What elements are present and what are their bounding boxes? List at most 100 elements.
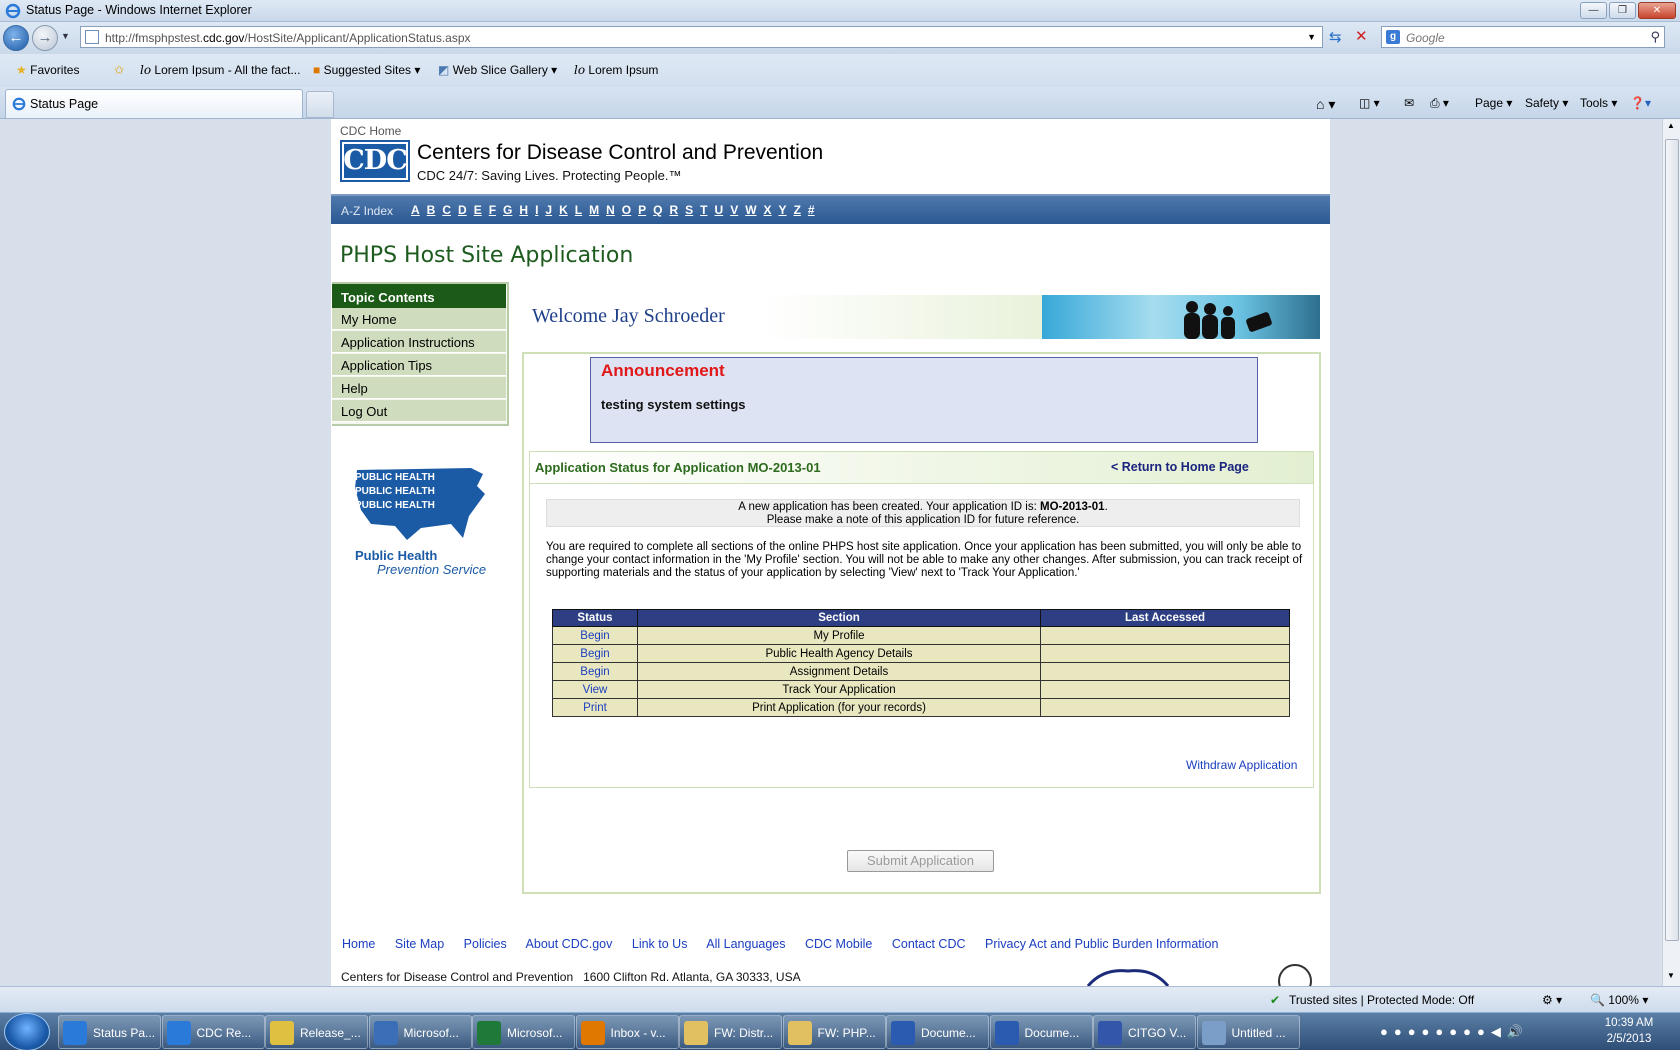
az-letter-s[interactable]: S <box>685 203 693 217</box>
forward-button[interactable]: → <box>32 25 58 51</box>
back-button[interactable]: ← <box>3 25 29 51</box>
taskbar-item[interactable]: Microsof... <box>472 1015 575 1049</box>
az-letter-x[interactable]: X <box>764 203 772 217</box>
security-zone[interactable]: Trusted sites | Protected Mode: Off <box>1289 993 1474 1007</box>
taskbar-item[interactable]: Inbox - v... <box>575 1015 679 1049</box>
taskbar-item[interactable]: Microsof... <box>368 1015 472 1049</box>
footer-link-about[interactable]: About CDC.gov <box>526 937 613 951</box>
print-icon[interactable]: ⎙ ▾ <box>1430 96 1449 111</box>
address-bar[interactable]: http://fmsphpstest.cdc.gov/HostSite/Appl… <box>80 26 1323 48</box>
status-link-begin[interactable]: Begin <box>552 662 638 681</box>
vertical-scrollbar[interactable]: ▲ ▼ <box>1662 119 1680 986</box>
withdraw-application-link[interactable]: Withdraw Application <box>1186 758 1297 772</box>
az-letter-w[interactable]: W <box>745 203 756 217</box>
recent-pages-dropdown-icon[interactable]: ▼ <box>61 31 70 41</box>
az-letter-k[interactable]: K <box>559 203 568 217</box>
return-home-link[interactable]: < Return to Home Page <box>1111 460 1249 474</box>
refresh-icon[interactable]: ⇆ <box>1329 28 1342 46</box>
scroll-up-arrow-icon[interactable]: ▲ <box>1667 121 1675 130</box>
az-letter-a[interactable]: A <box>411 203 420 217</box>
help-icon[interactable]: ❓▾ <box>1630 96 1651 110</box>
favorite-link-2[interactable]: lo Lorem Ipsum <box>574 63 658 77</box>
address-dropdown-icon[interactable]: ▼ <box>1307 32 1316 42</box>
az-letter-j[interactable]: J <box>545 203 552 217</box>
footer-link-languages[interactable]: All Languages <box>706 937 785 951</box>
nav-application-instructions[interactable]: Application Instructions <box>332 331 506 353</box>
nav-application-tips[interactable]: Application Tips <box>332 354 506 376</box>
az-letter-hash[interactable]: # <box>808 203 815 217</box>
status-link-begin[interactable]: Begin <box>552 644 638 663</box>
taskbar-item[interactable]: CITGO V... <box>1093 1015 1196 1049</box>
cdc-logo[interactable]: CDC <box>340 140 410 182</box>
az-letter-l[interactable]: L <box>575 203 582 217</box>
az-letter-u[interactable]: U <box>715 203 724 217</box>
taskbar-item[interactable]: FW: PHP... <box>782 1015 886 1049</box>
taskbar-item[interactable]: Docume... <box>886 1015 989 1049</box>
hhs-seal-icon[interactable] <box>1275 959 1315 986</box>
taskbar-item[interactable]: CDC Re... <box>161 1015 265 1049</box>
start-button[interactable] <box>4 1013 50 1050</box>
az-letter-h[interactable]: H <box>519 203 528 217</box>
tab-status-page[interactable]: Status Page <box>5 89 303 118</box>
footer-link-policies[interactable]: Policies <box>464 937 507 951</box>
cdc-home-link[interactable]: CDC Home <box>340 124 401 138</box>
taskbar-item[interactable]: Status Pa... <box>58 1015 161 1049</box>
taskbar-item[interactable]: FW: Distr... <box>679 1015 782 1049</box>
system-tray-icons[interactable]: ●●●●●●●●◀🔊 <box>1380 1024 1529 1040</box>
nav-my-home[interactable]: My Home <box>332 308 506 330</box>
az-index-label[interactable]: A-Z Index <box>341 204 393 218</box>
taskbar-item[interactable]: Docume... <box>989 1015 1093 1049</box>
mail-icon[interactable]: ✉ <box>1404 96 1414 110</box>
status-link-begin[interactable]: Begin <box>552 626 638 645</box>
close-button[interactable]: ✕ <box>1638 2 1676 19</box>
nav-log-out[interactable]: Log Out <box>332 400 506 422</box>
zoom-level[interactable]: 🔍 100% ▾ <box>1590 993 1648 1007</box>
footer-link-contact[interactable]: Contact CDC <box>892 937 966 951</box>
search-box[interactable]: g Google ⚲ <box>1381 26 1665 48</box>
az-letter-i[interactable]: I <box>535 203 538 217</box>
scroll-down-arrow-icon[interactable]: ▼ <box>1667 971 1675 980</box>
usa-gov-logo-icon[interactable] <box>1083 963 1173 986</box>
minimize-button[interactable]: — <box>1580 2 1607 19</box>
az-letter-z[interactable]: Z <box>794 203 801 217</box>
footer-link-site-map[interactable]: Site Map <box>395 937 444 951</box>
az-letter-m[interactable]: M <box>589 203 599 217</box>
az-letter-g[interactable]: G <box>503 203 512 217</box>
suggested-sites-link[interactable]: ■ Suggested Sites ▾ <box>313 63 420 77</box>
safety-menu[interactable]: Safety ▾ <box>1525 96 1568 110</box>
scrollbar-thumb[interactable] <box>1665 139 1679 941</box>
search-icon[interactable]: ⚲ <box>1650 29 1660 45</box>
favorites-button[interactable]: ★ Favorites <box>16 63 79 77</box>
stop-icon[interactable]: ✕ <box>1355 27 1368 45</box>
taskbar-item[interactable]: Release_... <box>265 1015 368 1049</box>
az-letter-y[interactable]: Y <box>779 203 787 217</box>
az-letter-f[interactable]: F <box>489 203 496 217</box>
az-letter-d[interactable]: D <box>458 203 467 217</box>
az-letter-e[interactable]: E <box>474 203 482 217</box>
page-menu[interactable]: Page ▾ <box>1475 96 1512 110</box>
status-link-print[interactable]: Print <box>552 698 638 717</box>
home-icon[interactable]: ⌂ ▾ <box>1316 96 1335 113</box>
az-letter-q[interactable]: Q <box>653 203 662 217</box>
az-letter-c[interactable]: C <box>442 203 451 217</box>
add-to-favorites-icon[interactable]: ✩ <box>114 63 124 77</box>
az-letter-r[interactable]: R <box>669 203 678 217</box>
az-letter-n[interactable]: N <box>606 203 615 217</box>
footer-link-link-to-us[interactable]: Link to Us <box>632 937 688 951</box>
protected-mode-icon[interactable]: ⚙ ▾ <box>1542 993 1562 1007</box>
footer-link-privacy[interactable]: Privacy Act and Public Burden Informatio… <box>985 937 1218 951</box>
submit-application-button[interactable]: Submit Application <box>847 850 994 872</box>
az-letter-v[interactable]: V <box>730 203 738 217</box>
web-slice-gallery-link[interactable]: ◩ Web Slice Gallery ▾ <box>438 63 557 77</box>
az-letter-t[interactable]: T <box>700 203 707 217</box>
az-letter-b[interactable]: B <box>427 203 436 217</box>
tools-menu[interactable]: Tools ▾ <box>1580 96 1617 110</box>
az-letter-p[interactable]: P <box>638 203 646 217</box>
restore-button[interactable]: ❐ <box>1609 2 1636 19</box>
favorite-link-1[interactable]: lo Lorem Ipsum - All the fact... <box>140 63 300 77</box>
feeds-icon[interactable]: ◫ ▾ <box>1359 96 1380 110</box>
search-input[interactable]: Google <box>1406 31 1445 45</box>
footer-link-home[interactable]: Home <box>342 937 375 951</box>
clock[interactable]: 10:39 AM 2/5/2013 <box>1596 1015 1662 1047</box>
status-link-view[interactable]: View <box>552 680 638 699</box>
